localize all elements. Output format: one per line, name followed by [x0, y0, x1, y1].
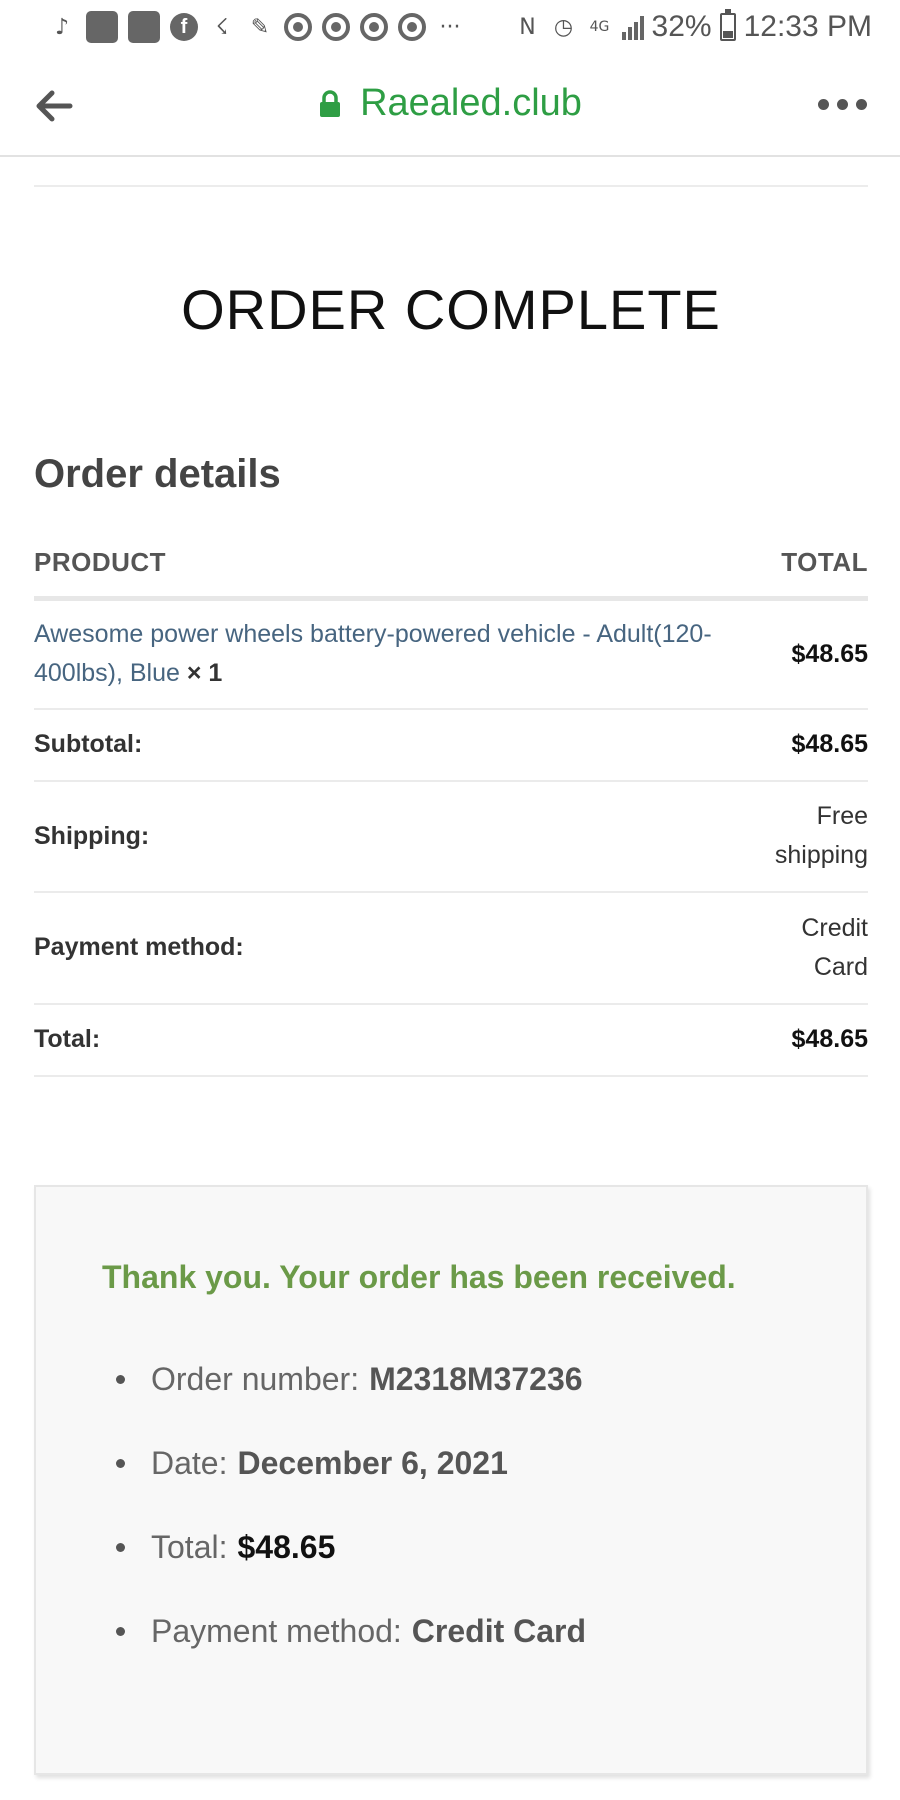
divider [34, 185, 868, 187]
alarm-icon: ◷ [553, 14, 574, 40]
bullet-icon [116, 1458, 125, 1468]
shipping-label: Shipping: [34, 780, 775, 893]
notification-icons: ♪ f ☇ ✎ ··· [48, 11, 464, 43]
nfc-icon: N [519, 14, 536, 40]
bullet-icon [116, 1374, 125, 1384]
app-icon [128, 11, 160, 43]
order-number-label: Order number: [151, 1360, 360, 1397]
clock: 12:33 PM [743, 10, 872, 43]
list-item-total: Total: $48.65 [102, 1505, 586, 1589]
bullet-icon [116, 1626, 125, 1636]
table-row-product: Awesome power wheels battery-powered veh… [34, 598, 868, 710]
shipping-value: Free shipping [774, 780, 868, 893]
table-row-total: Total: $48.65 [34, 1003, 868, 1077]
payment-method-label: Payment method: [34, 891, 775, 1005]
list-item-date: Date: December 6, 2021 [102, 1421, 586, 1505]
4g-lte-icon: 4G [589, 19, 610, 35]
table-row-payment-method: Payment method: Credit Card [34, 891, 868, 1005]
list-item-order-number: Order number: M2318M37236 [102, 1337, 586, 1421]
chrome-icon [322, 13, 350, 41]
chrome-icon [360, 13, 388, 41]
total-value: $48.65 [791, 1025, 868, 1053]
payment-method-value-line2: Card [813, 952, 868, 981]
more-icon: ··· [439, 14, 461, 40]
date-value: December 6, 2021 [237, 1444, 508, 1481]
bullet-icon [116, 1542, 125, 1552]
overview-total-value: $48.65 [237, 1528, 336, 1565]
order-number-value: M2318M37236 [369, 1360, 583, 1397]
lock-icon [320, 89, 341, 117]
battery-icon [719, 9, 736, 41]
payment-method-value-line1: Credit [801, 913, 868, 942]
app-icon [86, 11, 118, 43]
system-status: N ◷ 4G 32% 12:33 PM [514, 9, 872, 44]
product-total-cell: $48.65 [774, 598, 868, 710]
table-row-shipping: Shipping: Free shipping [34, 780, 868, 893]
order-details-heading: Order details [34, 452, 281, 496]
browser-toolbar: Raealed.club [0, 54, 900, 157]
product-link[interactable]: Awesome power wheels battery-powered veh… [34, 620, 712, 687]
product-price: $48.65 [791, 639, 868, 668]
subtotal-value: $48.65 [791, 730, 868, 758]
order-received-box: Thank you. Your order has been received.… [34, 1185, 868, 1775]
status-bar: ♪ f ☇ ✎ ··· N ◷ 4G 32% 12:33 PM [0, 0, 900, 54]
missed-call-icon: ☇ [215, 14, 229, 40]
url-display[interactable]: Raealed.club [0, 82, 900, 125]
url-domain: Raealed.club [360, 82, 582, 124]
page-title: ORDER COMPLETE [181, 278, 721, 341]
shipping-value-line2: shipping [774, 841, 868, 869]
date-label: Date: [151, 1444, 228, 1481]
overview-payment-label: Payment method: [151, 1612, 402, 1649]
facebook-icon: f [170, 13, 198, 41]
table-row-subtotal: Subtotal: $48.65 [34, 708, 868, 782]
overview-payment-value: Credit Card [411, 1612, 587, 1649]
product-quantity: × 1 [186, 659, 223, 688]
tiktok-icon: ♪ [54, 14, 70, 40]
subtotal-label: Subtotal: [34, 708, 775, 782]
overview-total-label: Total: [151, 1528, 228, 1565]
column-header-product: PRODUCT [34, 535, 775, 601]
order-overview-list: Order number: M2318M37236 Date: December… [102, 1337, 586, 1673]
column-header-total: TOTAL [774, 535, 868, 601]
list-item-payment-method: Payment method: Credit Card [102, 1589, 586, 1673]
chrome-icon [284, 13, 312, 41]
chrome-icon [398, 13, 426, 41]
table-header-row: PRODUCT TOTAL [34, 535, 868, 601]
thank-you-message: Thank you. Your order has been received. [102, 1259, 736, 1295]
overflow-menu-icon[interactable] [818, 92, 868, 116]
product-cell: Awesome power wheels battery-powered veh… [34, 598, 775, 710]
signal-icon [621, 14, 644, 40]
total-label: Total: [34, 1003, 775, 1077]
muted-icon: ✎ [250, 14, 270, 40]
shipping-value-line1: Free [816, 802, 868, 830]
payment-method-value: Credit Card [774, 891, 868, 1005]
order-details-table: PRODUCT TOTAL Awesome power wheels batte… [34, 535, 868, 1077]
battery-percent: 32% [651, 10, 712, 43]
